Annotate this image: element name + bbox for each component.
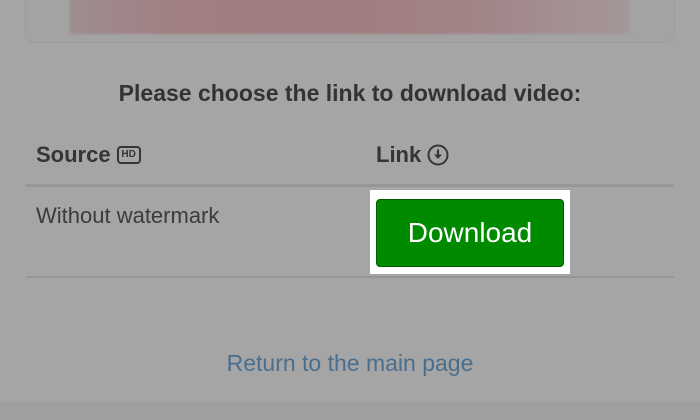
- return-main-page-link[interactable]: Return to the main page: [0, 350, 700, 377]
- download-button[interactable]: Download: [376, 199, 564, 267]
- source-header-label: Source: [36, 142, 111, 167]
- column-header-source: Source HD: [36, 142, 141, 168]
- download-links-table: Source HD Link Without watermark Downloa…: [26, 130, 674, 278]
- table-header: Source HD Link: [26, 130, 674, 187]
- column-header-link: Link: [376, 142, 449, 168]
- video-preview-card: [26, 0, 674, 42]
- video-thumbnail: [70, 0, 630, 34]
- download-circle-icon: [427, 144, 449, 166]
- source-cell: Without watermark: [36, 203, 220, 228]
- download-button-highlight: Download: [370, 190, 570, 274]
- bottom-strip: [0, 402, 700, 420]
- table-row: Without watermark Download: [26, 187, 674, 278]
- hd-icon: HD: [116, 146, 141, 164]
- link-header-label: Link: [376, 142, 422, 167]
- download-prompt: Please choose the link to download video…: [118, 80, 582, 106]
- download-page: Please choose the link to download video…: [0, 0, 700, 420]
